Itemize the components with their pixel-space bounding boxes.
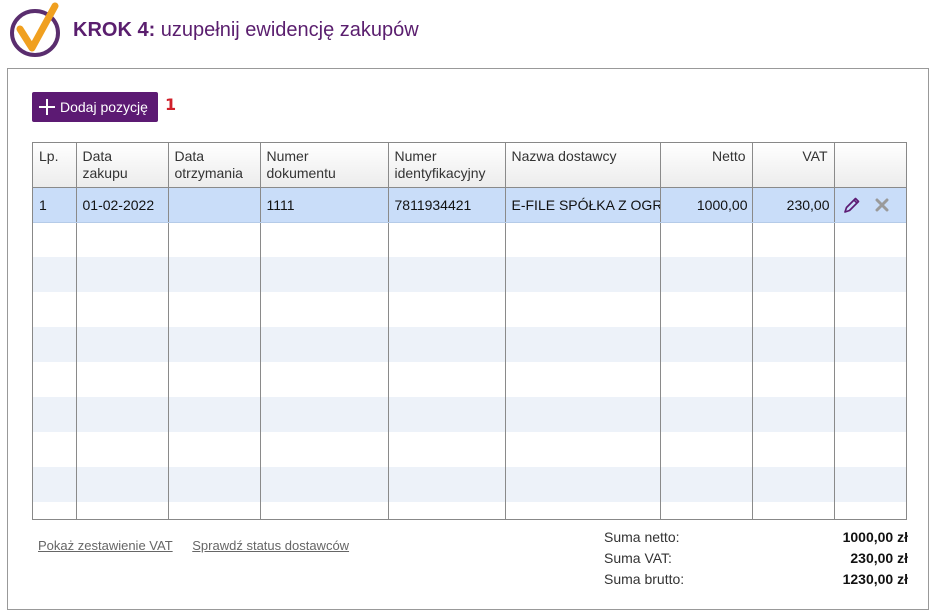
page-header: KROK 4: uzupełnij ewidencję zakupów — [0, 0, 934, 62]
purchase-table: Lp. Data zakupu Data otrzymania Numer dokum… — [32, 142, 907, 520]
cell-data-zakupu: 01-02-2022 — [76, 187, 169, 223]
vat-summary-link[interactable]: Pokaż zestawienie VAT — [38, 538, 173, 553]
column-header-nazwa-dostawcy[interactable]: Nazwa dostawcy — [505, 143, 661, 188]
footer-links: Pokaż zestawienie VAT Sprawdź status dos… — [38, 538, 365, 553]
table-header-row: Lp. Data zakupu Data otrzymania Numer dokum… — [33, 143, 906, 188]
supplier-status-link[interactable]: Sprawdź status dostawców — [192, 538, 349, 553]
page-title-step: KROK 4: — [73, 19, 156, 41]
column-header-numer-identyfikacyjny[interactable]: Numer identyfikacyjny — [388, 143, 506, 188]
sum-netto-row: Suma netto: 1000,00 zł — [604, 527, 908, 548]
cell-numer-dokumentu: 1111 — [260, 187, 389, 223]
sum-netto-label: Suma netto: — [604, 529, 680, 545]
sum-brutto-row: Suma brutto: 1230,00 zł — [604, 569, 908, 590]
table-row[interactable]: 1 01-02-2022 1111 7811934421 E-FILE SPÓŁ… — [33, 187, 906, 223]
column-header-data-zakupu[interactable]: Data zakupu — [76, 143, 169, 188]
cell-nazwa-dostawcy: E-FILE SPÓŁKA Z OGRANICZONĄ ODPOWIEDZIAL… — [505, 187, 661, 223]
empty-table-row — [33, 222, 906, 257]
cell-actions — [834, 187, 906, 223]
empty-table-row — [33, 397, 906, 432]
cell-netto: 1000,00 — [660, 187, 753, 223]
cell-data-otrzymania — [168, 187, 261, 223]
empty-table-row — [33, 257, 906, 292]
add-position-label: Dodaj pozycję — [60, 99, 148, 115]
page-title-text: uzupełnij ewidencję zakupów — [160, 19, 419, 41]
totals-summary: Suma netto: 1000,00 zł Suma VAT: 230,00 … — [604, 527, 908, 590]
page-title: KROK 4: uzupełnij ewidencję zakupów — [73, 19, 419, 42]
cell-vat: 230,00 — [752, 187, 835, 223]
checkmark-logo-icon — [10, 2, 60, 57]
close-icon[interactable] — [875, 198, 889, 212]
empty-table-row — [33, 502, 906, 519]
add-position-button[interactable]: Dodaj pozycję — [32, 92, 158, 122]
pencil-icon[interactable] — [842, 195, 862, 215]
empty-table-row — [33, 362, 906, 397]
empty-table-row — [33, 467, 906, 502]
empty-table-row — [33, 292, 906, 327]
cell-numer-identyfikacyjny: 7811934421 — [388, 187, 506, 223]
column-header-actions — [834, 143, 906, 188]
sum-brutto-label: Suma brutto: — [604, 571, 685, 587]
sum-vat-label: Suma VAT: — [604, 550, 672, 566]
sum-vat-row: Suma VAT: 230,00 zł — [604, 548, 908, 569]
column-header-netto[interactable]: Netto — [660, 143, 753, 188]
column-header-numer-dokumentu[interactable]: Numer dokumentu — [260, 143, 389, 188]
column-header-lp[interactable]: Lp. — [33, 143, 77, 188]
plus-icon — [39, 99, 55, 115]
sum-vat-value: 230,00 zł — [850, 550, 908, 566]
sum-brutto-value: 1230,00 zł — [842, 571, 908, 587]
column-header-data-otrzymania[interactable]: Data otrzymania — [168, 143, 261, 188]
annotation-marker-1: 1 — [165, 95, 177, 114]
empty-table-row — [33, 327, 906, 362]
column-header-vat[interactable]: VAT — [752, 143, 835, 188]
empty-table-row — [33, 432, 906, 467]
sum-netto-value: 1000,00 zł — [842, 529, 908, 545]
purchase-register-panel: Dodaj pozycję 1 2 Lp. Datazakupu Dataotr… — [7, 68, 929, 610]
cell-lp: 1 — [33, 187, 77, 223]
